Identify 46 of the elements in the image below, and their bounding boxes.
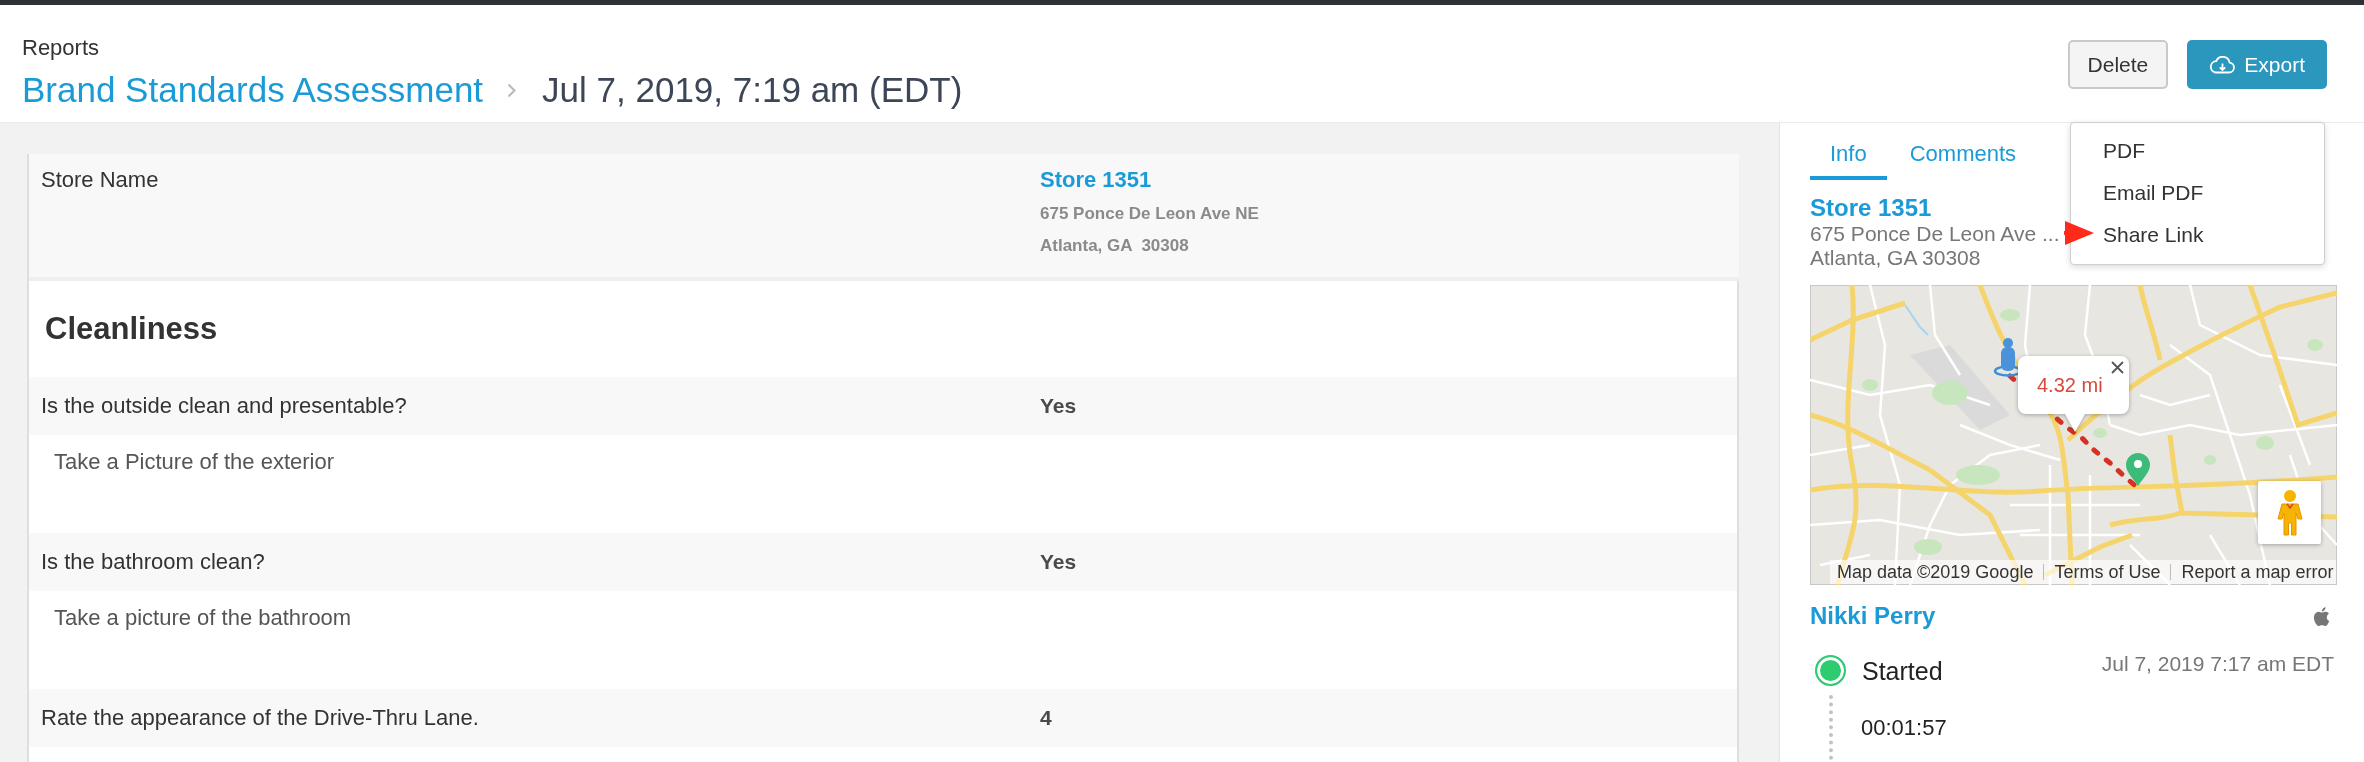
map-tile-drawing[interactable] bbox=[1810, 285, 2337, 585]
park-area bbox=[2000, 309, 2020, 321]
menu-item[interactable]: PDF bbox=[2103, 130, 2145, 172]
park-area bbox=[1862, 379, 1878, 391]
person-icon bbox=[2275, 488, 2304, 537]
field-label: Store Name bbox=[41, 167, 159, 192]
answer-text: 4 bbox=[1040, 706, 1052, 730]
park-area bbox=[1932, 381, 1968, 405]
park-area bbox=[1956, 465, 2000, 485]
street-view-button[interactable] bbox=[2258, 481, 2321, 544]
park-area bbox=[2204, 455, 2216, 465]
menu-item[interactable]: Email PDF bbox=[2103, 172, 2204, 214]
address-line: 675 Ponce De Leon Ave NE bbox=[1040, 203, 1259, 225]
breadcrumb-link[interactable]: Reports bbox=[22, 35, 100, 61]
photo-prompt-text: Take a Picture of the exterior bbox=[54, 449, 335, 474]
address-line: 675 Ponce De Leon Ave ... bbox=[1810, 222, 2060, 246]
photo-prompt-text: Take a picture of the bathroom bbox=[54, 605, 352, 630]
question-text: Is the bathroom clean? bbox=[41, 549, 265, 574]
park-area bbox=[2093, 428, 2107, 438]
map-data-text: Map data ©2019 Google bbox=[1837, 561, 2034, 583]
close-icon[interactable] bbox=[2111, 361, 2124, 374]
menu-item[interactable]: Share Link bbox=[2103, 214, 2204, 256]
answer-text: Yes bbox=[1040, 550, 1077, 574]
apple-icon bbox=[2313, 605, 2331, 627]
question-text: Is the outside clean and presentable? bbox=[41, 393, 407, 418]
cloud-download-icon bbox=[2209, 55, 2236, 74]
park-area bbox=[1914, 539, 1942, 555]
park-area bbox=[2256, 436, 2274, 450]
distance-text: 4.32 mi bbox=[2037, 373, 2103, 397]
question-text: Rate the appearance of the Drive-Thru Lane. bbox=[41, 705, 479, 730]
location-pin-icon bbox=[2126, 453, 2150, 486]
terms-link[interactable]: Terms of Use bbox=[2054, 561, 2161, 583]
report-date: Jul 7, 2019, 7:19 am (EDT) bbox=[542, 70, 963, 110]
annotation-arrow bbox=[2064, 219, 2095, 247]
timeline-connector bbox=[1829, 695, 1833, 762]
status-time: Jul 7, 2019 7:17 am EDT bbox=[2101, 651, 2334, 677]
park-area bbox=[2307, 339, 2323, 351]
address-line: Atlanta, GA 30308 bbox=[1810, 246, 1981, 270]
section-title: Cleanliness bbox=[45, 311, 218, 347]
chevron-right-icon bbox=[507, 82, 517, 98]
address-line: Atlanta, GA 30308 bbox=[1040, 235, 1189, 257]
status-text: Started bbox=[1862, 655, 1943, 686]
duration-text: 00:01:57 bbox=[1861, 715, 1947, 741]
answer-text: Yes bbox=[1040, 394, 1077, 418]
report-error-link[interactable]: Report a map error bbox=[2181, 561, 2334, 583]
delete-button[interactable]: Delete bbox=[2067, 40, 2169, 89]
